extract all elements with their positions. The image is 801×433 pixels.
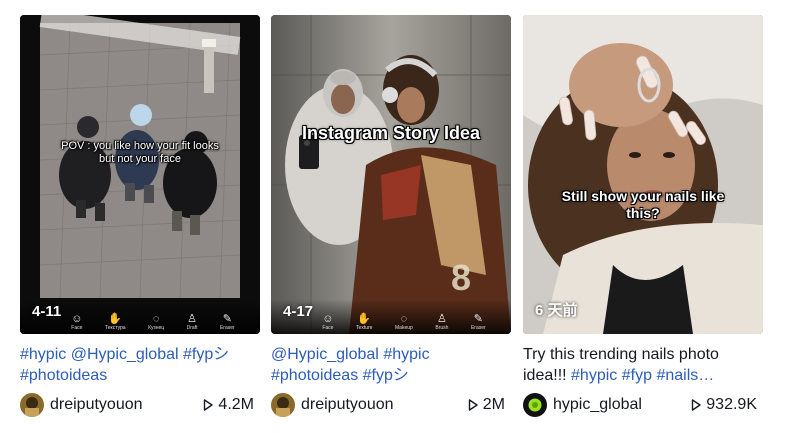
- hashtag-link[interactable]: #hypic: [571, 367, 617, 384]
- drop-icon: ◌: [400, 313, 408, 325]
- video-card-3[interactable]: Still show your nails like this? 6 天前 Tr…: [523, 15, 763, 417]
- video-description: @Hypic_global #hypic #photoideas #fypシ: [271, 344, 511, 386]
- tool-label: Eraser: [219, 325, 235, 331]
- hashtag-link[interactable]: #fypシ: [183, 346, 229, 363]
- tool-label: Кузнец: [148, 325, 165, 331]
- eraser-icon: ✎: [473, 313, 483, 325]
- hashtag-link[interactable]: @Hypic_global: [71, 346, 179, 363]
- hashtag-link[interactable]: #photoideas: [271, 367, 358, 384]
- video-overlay-caption: Still show your nails like this?: [561, 188, 725, 221]
- author-name[interactable]: dreiputyouon: [301, 396, 468, 414]
- brush-icon: ♙: [436, 313, 447, 325]
- video-overlay-caption: POV : you like how your fit looks but no…: [61, 140, 219, 165]
- tool-face: ☺ Face: [71, 313, 82, 331]
- video-meta: dreiputyouon 4.2M: [20, 393, 260, 417]
- hashtag-link[interactable]: #hypic: [20, 346, 66, 363]
- view-count-value: 932.9K: [706, 396, 757, 413]
- brush-icon: ♙: [187, 313, 198, 325]
- hashtag-link[interactable]: #fypシ: [363, 367, 409, 384]
- hashtag-link[interactable]: #nails…: [656, 367, 714, 384]
- video-frame-2: 8: [271, 15, 511, 334]
- hand-icon: ✋: [108, 313, 123, 325]
- avatar[interactable]: [523, 393, 547, 417]
- hashtag-link[interactable]: #fyp: [622, 367, 652, 384]
- tool-eraser: ✎ Eraser: [220, 313, 235, 331]
- hashtag-link[interactable]: #photoideas: [20, 367, 107, 384]
- tool-texture: ✋ Текстура: [105, 313, 126, 331]
- play-icon: [691, 399, 701, 411]
- video-card-2[interactable]: 8 Instagram Story Idea ☺ Face ✋ Texture ◌ M…: [271, 15, 511, 417]
- view-count: 932.9K: [691, 396, 757, 414]
- tool-draft: ♙ Draft: [187, 313, 198, 331]
- tool-label: Texture: [356, 325, 373, 331]
- post-date-badge: 4-17: [283, 303, 314, 320]
- view-count: 4.2M: [203, 396, 254, 414]
- video-description: Try this trending nails photo idea!!! #h…: [523, 344, 763, 386]
- play-icon: [203, 399, 214, 411]
- video-thumbnail-3[interactable]: Still show your nails like this? 6 天前: [523, 15, 763, 334]
- video-meta: dreiputyouon 2M: [271, 393, 511, 417]
- tool-label: Makeup: [395, 325, 413, 331]
- author-name[interactable]: hypic_global: [553, 396, 691, 414]
- view-count-value: 2M: [482, 396, 505, 413]
- hashtag-link[interactable]: #hypic: [383, 346, 429, 363]
- tool-smith: ◌ Кузнец: [148, 313, 164, 331]
- hashtag-link[interactable]: @Hypic_global: [271, 346, 379, 363]
- video-meta: hypic_global 932.9K: [523, 393, 763, 417]
- tool-eraser: ✎ Eraser: [471, 313, 486, 331]
- tool-label: Eraser: [470, 325, 486, 331]
- view-count: 2M: [468, 396, 505, 414]
- video-thumbnail-1[interactable]: POV : you like how your fit looks but no…: [20, 15, 260, 334]
- face-icon: ☺: [71, 313, 83, 325]
- drop-icon: ◌: [152, 313, 160, 325]
- face-icon: ☺: [322, 313, 334, 325]
- tool-face: ☺ Face: [322, 313, 333, 331]
- tool-label: Face: [322, 325, 334, 331]
- tool-label: Face: [71, 325, 83, 331]
- video-frame-3: [523, 15, 763, 334]
- video-thumbnail-2[interactable]: 8 Instagram Story Idea ☺ Face ✋ Texture ◌ M…: [271, 15, 511, 334]
- post-date-badge: 4-11: [32, 303, 62, 320]
- video-card-1[interactable]: POV : you like how your fit looks but no…: [20, 15, 260, 417]
- tool-label: Draft: [186, 325, 198, 331]
- avatar[interactable]: [271, 393, 295, 417]
- post-date-badge: 6 天前: [535, 302, 578, 319]
- play-icon: [468, 399, 478, 411]
- tool-makeup: ◌ Makeup: [395, 313, 413, 331]
- video-description: #hypic @Hypic_global #fypシ #photoideas: [20, 344, 260, 386]
- avatar[interactable]: [20, 393, 44, 417]
- svg-text:8: 8: [451, 257, 471, 298]
- eraser-icon: ✎: [222, 313, 232, 325]
- view-count-value: 4.2M: [218, 396, 254, 413]
- tool-label: Brush: [435, 325, 449, 331]
- tool-texture: ✋ Texture: [356, 313, 372, 331]
- tool-brush: ♙ Brush: [435, 313, 448, 331]
- hand-icon: ✋: [357, 313, 372, 325]
- author-name[interactable]: dreiputyouon: [50, 396, 203, 414]
- video-overlay-caption: Instagram Story Idea: [301, 123, 481, 143]
- tool-label: Текстура: [104, 325, 126, 331]
- hypic-logo-icon: [523, 393, 547, 417]
- video-frame-1: [20, 15, 260, 334]
